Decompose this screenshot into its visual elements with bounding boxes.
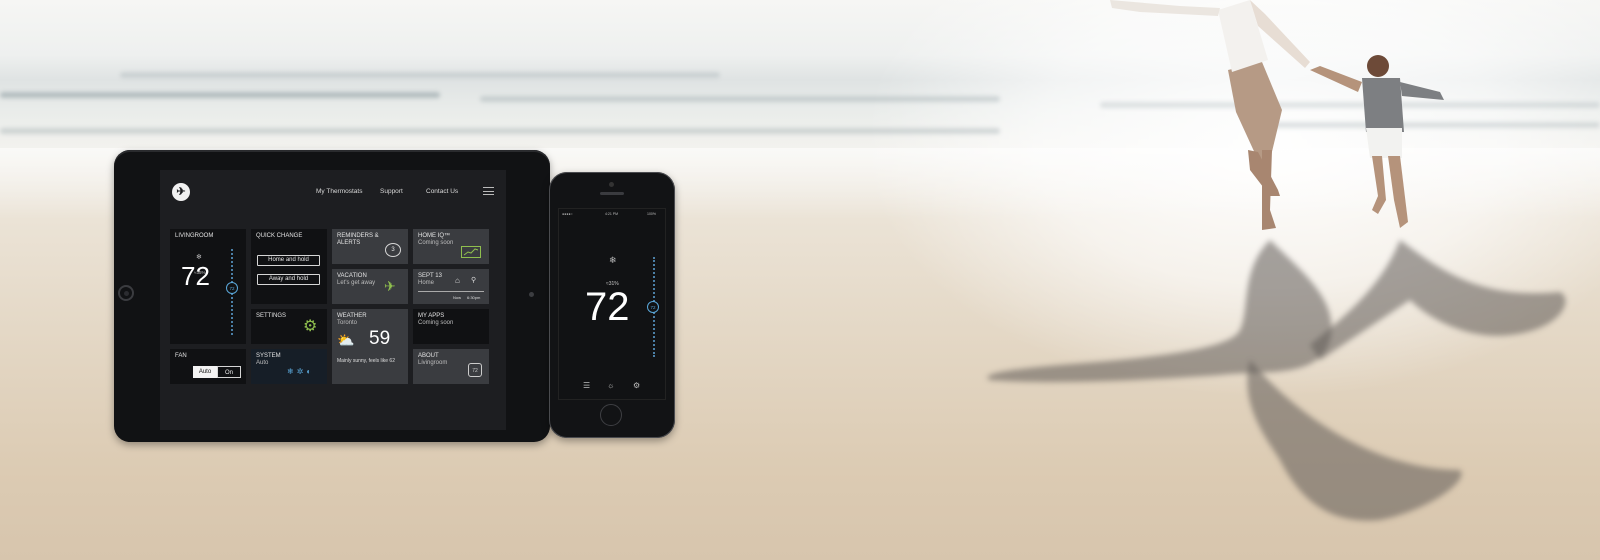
tile-livingroom[interactable]: LIVINGROOM ❄ ≈35% 72 72 <box>170 229 246 344</box>
schedule-timeline <box>418 291 484 292</box>
tile-system[interactable]: SYSTEM Auto ❄✲◐ <box>251 349 327 384</box>
fan-on-option[interactable]: On <box>217 366 241 378</box>
tile-title: SYSTEM <box>256 353 281 359</box>
tile-home-iq[interactable]: HOME IQ™ Coming soon <box>413 229 489 264</box>
thermostat-icon: 72 <box>468 363 482 377</box>
current-temp: 72 <box>181 261 210 291</box>
nav-contact-us[interactable]: Contact Us <box>426 188 458 195</box>
top-nav: ✈ My Thermostats Support Contact Us <box>160 170 506 210</box>
tile-subtitle: Auto <box>256 360 269 366</box>
settings-icon[interactable]: ⚙ <box>633 381 640 390</box>
tile-fan: FAN Auto On <box>170 349 246 384</box>
signal-icon: ●●●●○ <box>562 212 573 216</box>
home-icon: ⌂ <box>455 276 460 285</box>
phone-home-button <box>600 404 622 426</box>
battery-level: 100% <box>647 212 656 216</box>
gear-icon: ⚙ <box>303 318 318 335</box>
setpoint-knob[interactable]: 72 <box>226 282 238 294</box>
menu-icon[interactable]: ☰ <box>583 381 590 390</box>
partly-sunny-icon: ⛅ <box>337 332 355 348</box>
tile-title: LIVINGROOM <box>175 233 214 239</box>
brand-logo-icon[interactable]: ✈ <box>172 183 190 201</box>
nav-support[interactable]: Support <box>380 188 403 195</box>
tile-about[interactable]: ABOUT Livingroom 72 <box>413 349 489 384</box>
alerts-count-badge: 3 <box>385 243 401 257</box>
tile-title: QUICK CHANGE <box>256 233 303 239</box>
snowflake-icon: ❄ <box>196 254 202 261</box>
schedule-now-label: Now <box>453 295 462 300</box>
phone-speaker <box>600 192 624 195</box>
tile-title: ABOUT <box>418 353 439 359</box>
tile-schedule[interactable]: SEPT 13 Home ⌂ ⚲ Now 6:30pm <box>413 269 489 304</box>
weather-description: Mainly sunny, feels like 62 <box>337 358 395 364</box>
weather-icon[interactable]: ☼ <box>607 381 614 390</box>
tile-subtitle: Coming soon <box>418 320 454 326</box>
tile-vacation[interactable]: VACATION Let's get away ✈ <box>332 269 408 304</box>
tile-my-apps[interactable]: MY APPS Coming soon <box>413 309 489 344</box>
tile-title: FAN <box>175 353 187 359</box>
tile-title: WEATHER <box>337 313 367 319</box>
chart-icon <box>461 246 481 258</box>
location-pin-icon: ⚲ <box>471 277 477 284</box>
schedule-time-label: 6:30pm <box>467 295 481 300</box>
tile-settings[interactable]: SETTINGS ⚙ <box>251 309 327 344</box>
system-mode-icons: ❄✲◐ <box>287 367 315 376</box>
snowflake-icon: ❄ <box>609 255 617 265</box>
tablet-camera <box>529 292 534 297</box>
tablet-device: ✈ My Thermostats Support Contact Us LIVI… <box>114 150 550 442</box>
home-and-hold-button[interactable]: Home and hold <box>257 255 320 266</box>
phone-device: ●●●●○ 4:21 PM 100% ❄ ≈31% 72 72 ☰ ☼ ⚙ <box>549 172 675 438</box>
fan-auto-option[interactable]: Auto <box>193 366 217 378</box>
tile-title: HOME IQ™ <box>418 233 451 239</box>
setpoint-knob[interactable]: 72 <box>647 301 659 313</box>
status-time: 4:21 PM <box>605 212 619 216</box>
nav-my-thermostats[interactable]: My Thermostats <box>316 188 362 195</box>
away-and-hold-button[interactable]: Away and hold <box>257 274 320 285</box>
weather-temp: 59 <box>369 328 391 349</box>
weather-city: Toronto <box>337 320 358 326</box>
tile-weather[interactable]: WEATHER Toronto ⛅ 59 Mainly sunny, feels… <box>332 309 408 384</box>
phone-camera <box>609 182 614 187</box>
airplane-icon: ✈ <box>384 278 396 294</box>
menu-icon[interactable] <box>483 187 494 195</box>
tile-quick-change: QUICK CHANGE Home and hold Away and hold <box>251 229 327 304</box>
tablet-screen: ✈ My Thermostats Support Contact Us LIVI… <box>160 170 506 430</box>
tile-reminders[interactable]: REMINDERS & ALERTS 3 <box>332 229 408 264</box>
phone-screen: ●●●●○ 4:21 PM 100% ❄ ≈31% 72 72 ☰ ☼ ⚙ <box>558 208 666 400</box>
tile-title: MY APPS <box>418 313 445 319</box>
tablet-home-button <box>118 285 134 301</box>
current-temp: 72 <box>585 285 630 329</box>
